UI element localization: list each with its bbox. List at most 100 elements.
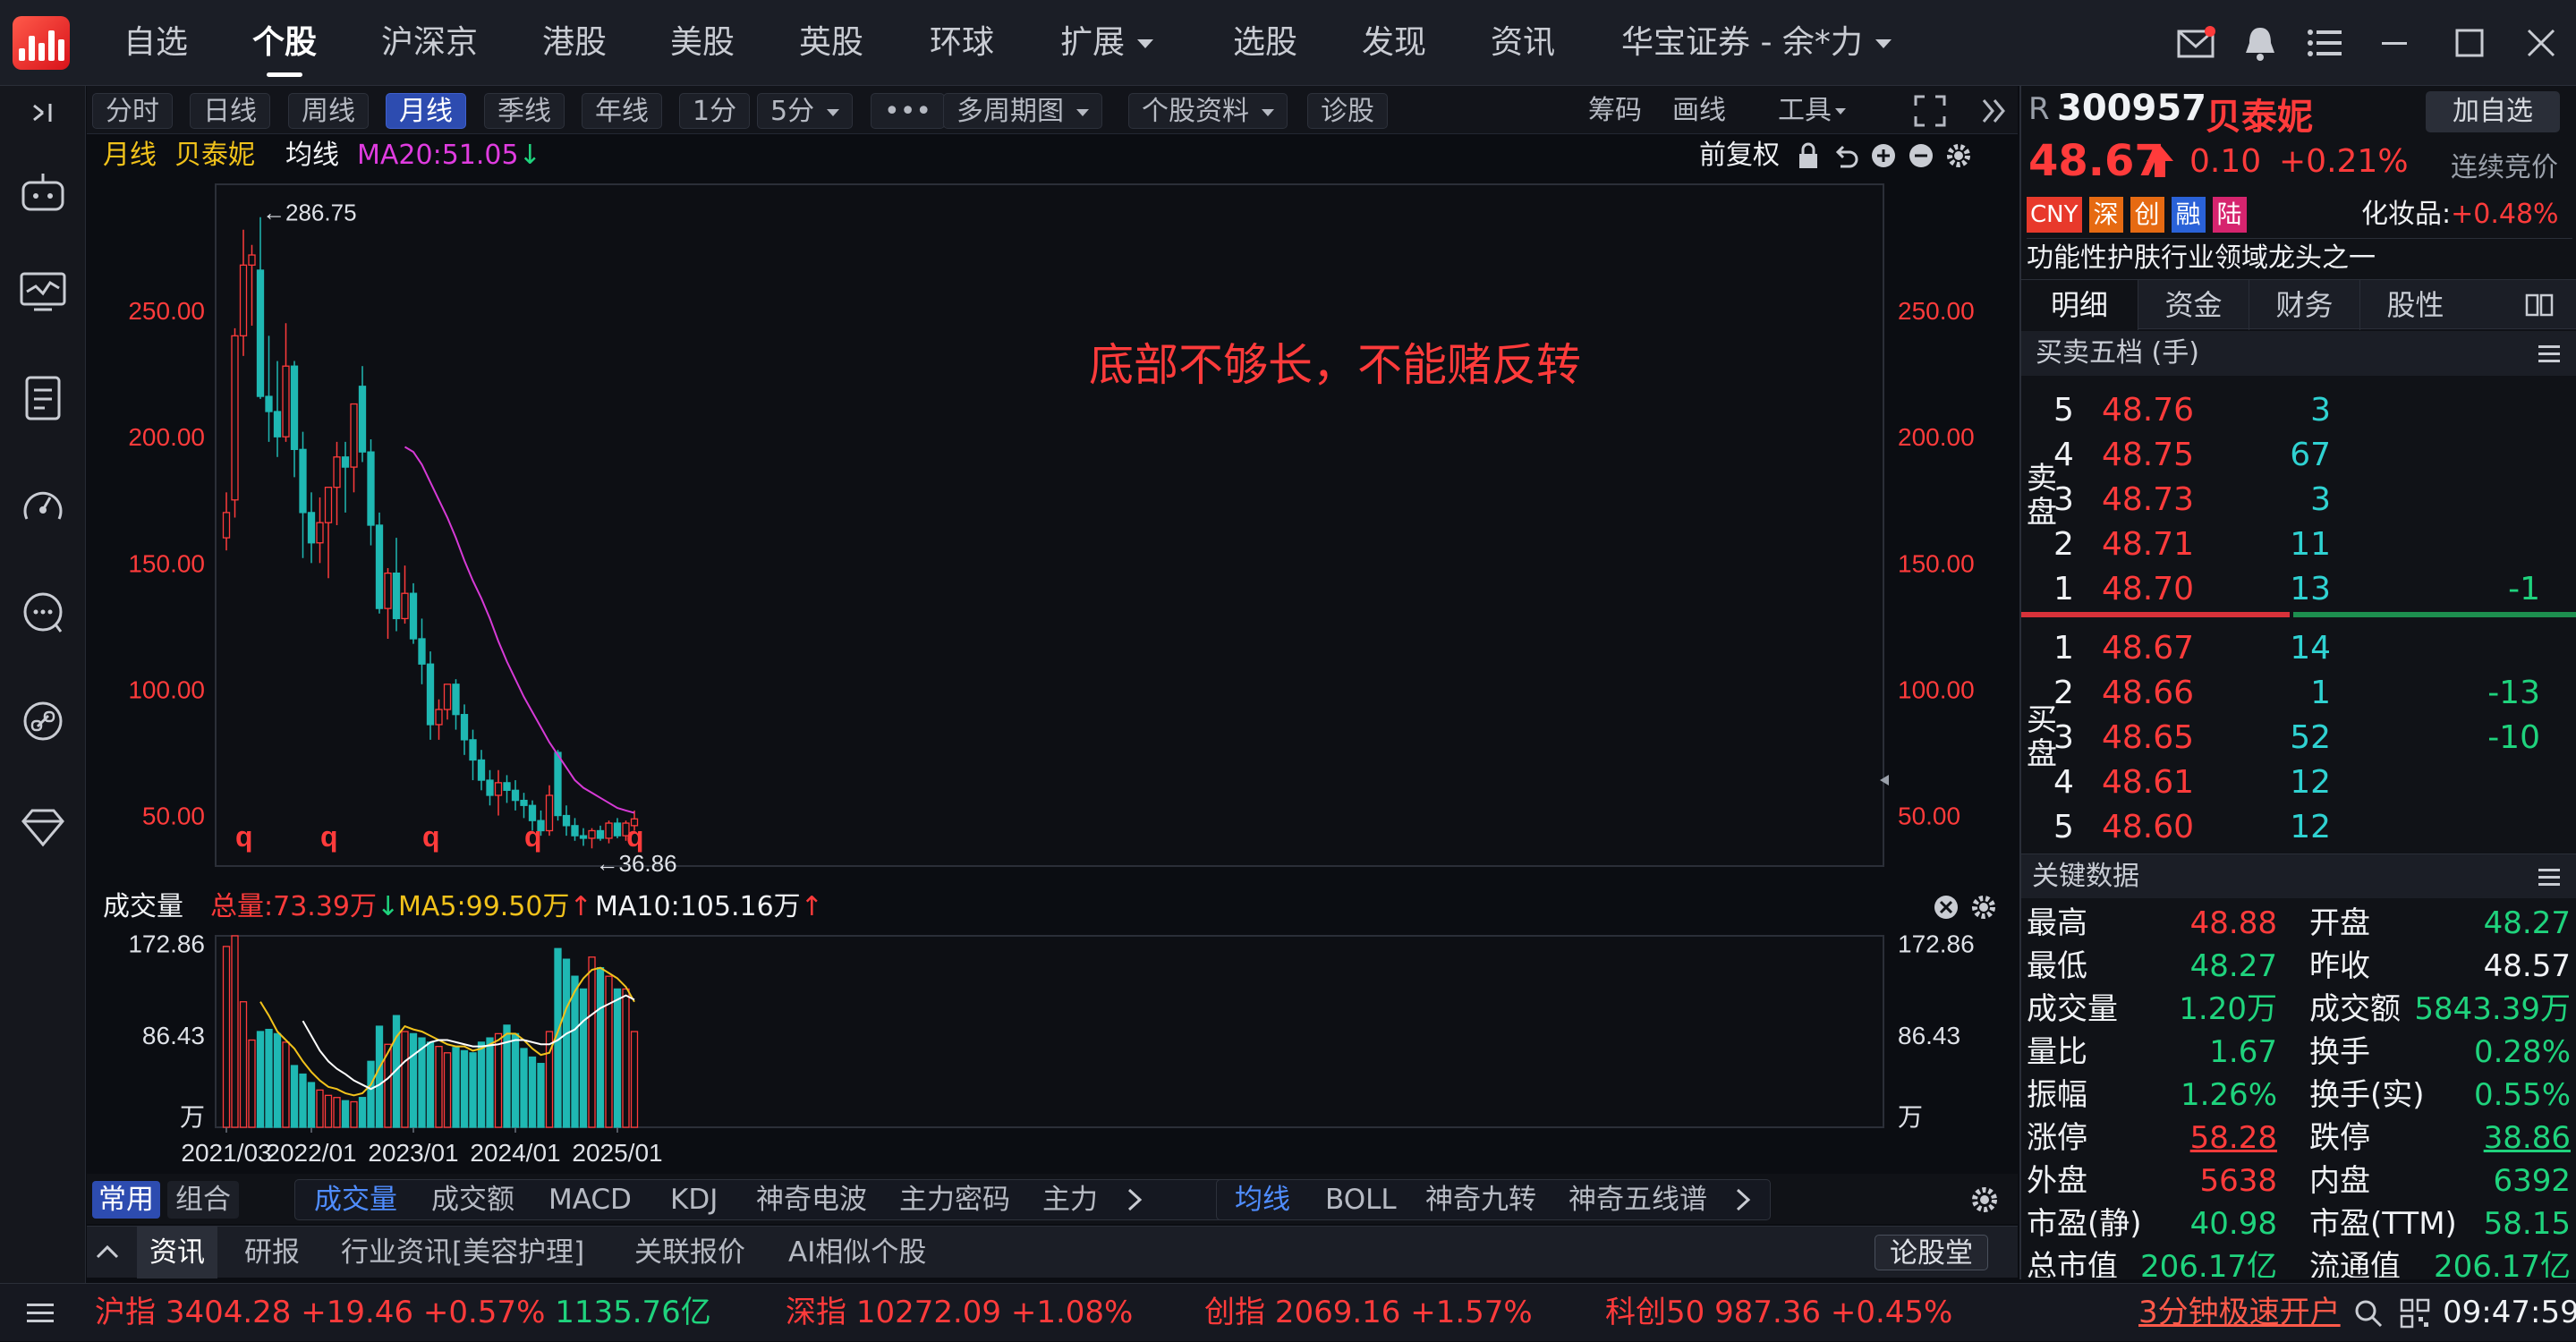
volume-bar[interactable]	[528, 1056, 537, 1128]
volume-bar[interactable]	[486, 1037, 494, 1128]
bell-icon[interactable]	[2240, 23, 2280, 63]
tab-capital[interactable]: 资金	[2138, 280, 2249, 330]
volume-bar[interactable]	[299, 1073, 307, 1128]
tab-stock-nature[interactable]: 股性	[2359, 280, 2470, 330]
close-indicator-icon[interactable]	[1932, 893, 1960, 922]
nav-hk-stocks[interactable]: 港股	[542, 0, 607, 86]
volume-bar[interactable]	[222, 946, 231, 1128]
tab-related-quotes[interactable]: 关联报价	[634, 1227, 745, 1278]
candlestick[interactable]	[375, 512, 384, 614]
nav-stock[interactable]: 个股	[252, 0, 317, 86]
volume-chart-area[interactable]: 172.86 172.86 86.43 86.43 万 万 2021/03 2022/01 20…	[87, 929, 2018, 1172]
volume-bar[interactable]	[520, 1048, 528, 1128]
volume-bar[interactable]	[239, 1001, 248, 1128]
diagnose-stock-button[interactable]: 诊股	[1307, 93, 1388, 129]
volume-bar[interactable]	[622, 988, 630, 1128]
volume-bar[interactable]	[341, 1100, 350, 1128]
robot-assistant-icon[interactable]	[16, 166, 70, 220]
volume-bar[interactable]	[613, 988, 622, 1128]
tab-news[interactable]: 资讯	[137, 1227, 217, 1278]
buy-order-row[interactable]: 1 48.67 14	[2021, 626, 2576, 671]
nav-news[interactable]: 资讯	[1491, 0, 1555, 86]
period-1min[interactable]: 1分	[679, 93, 751, 129]
add-to-watchlist-button[interactable]: 加自选	[2426, 91, 2560, 132]
sector-change[interactable]: 化妆品:+0.48%	[2361, 197, 2559, 233]
candlestick[interactable]	[231, 327, 239, 518]
nav-hs-market[interactable]: 沪深京	[381, 0, 478, 86]
collapse-sidebar-icon[interactable]	[16, 93, 70, 147]
chip-distribution-button[interactable]: 筹码	[1588, 93, 1642, 129]
volume-bar[interactable]	[316, 1089, 324, 1128]
chat-icon[interactable]	[16, 587, 70, 641]
split-view-icon[interactable]	[2524, 291, 2555, 319]
indicator-magic-wave[interactable]: 神奇电波	[756, 1181, 867, 1219]
volume-bar[interactable]	[503, 1024, 511, 1128]
index-sh[interactable]: 沪指 3404.28 +19.46 +0.57% 1135.76亿	[95, 1284, 711, 1342]
volume-bar[interactable]	[290, 1065, 299, 1128]
volume-bar[interactable]	[324, 1094, 333, 1128]
sell-order-row[interactable]: 5 48.76 3	[2021, 388, 2576, 433]
forward-adjust-toggle[interactable]: 前复权	[1699, 134, 1780, 177]
volume-bar[interactable]	[596, 967, 605, 1128]
volume-bar[interactable]	[426, 1041, 435, 1128]
volume-bar[interactable]	[418, 1037, 426, 1128]
tab-finance[interactable]: 财务	[2249, 280, 2359, 330]
index-chinext[interactable]: 创指 2069.16 +1.57%	[1204, 1284, 1533, 1342]
indicator-turnover[interactable]: 成交额	[431, 1181, 514, 1219]
volume-bar[interactable]	[307, 1082, 316, 1128]
double-chevron-right-icon[interactable]	[1975, 93, 2011, 129]
diamond-icon[interactable]	[16, 802, 70, 855]
draw-line-button[interactable]: 画线	[1672, 93, 1726, 129]
volume-chart-svg[interactable]: 172.86 172.86 86.43 86.43 万 万 2021/032022/01 20…	[87, 929, 2018, 1172]
period-5min[interactable]: 5分	[757, 93, 854, 129]
indicator-macd[interactable]: MACD	[548, 1181, 632, 1219]
nav-global[interactable]: 环球	[930, 0, 994, 86]
period-yearly[interactable]: 年线	[582, 93, 662, 129]
volume-bar[interactable]	[248, 1039, 256, 1128]
market-monitor-icon[interactable]	[16, 265, 70, 319]
volume-bar[interactable]	[477, 1041, 486, 1128]
volume-bar[interactable]	[579, 988, 588, 1128]
volume-bar[interactable]	[409, 1032, 418, 1128]
period-monthly[interactable]: 月线	[386, 93, 466, 129]
sell-order-row[interactable]: 3 48.73 3	[2021, 478, 2576, 522]
more-periods-button[interactable]: •••	[871, 93, 946, 129]
volume-bar[interactable]	[571, 975, 579, 1128]
key-data-value[interactable]: 58.28	[2080, 1117, 2277, 1159]
volume-bar[interactable]	[333, 1097, 341, 1128]
sell-order-row[interactable]: 4 48.75 67	[2021, 433, 2576, 478]
volume-bar[interactable]	[452, 1047, 460, 1128]
multi-period-chart[interactable]: 多周期图	[943, 93, 1102, 129]
nav-extend[interactable]: 扩展	[1060, 0, 1154, 86]
period-intraday[interactable]: 分时	[92, 93, 173, 129]
search-icon[interactable]	[2353, 1298, 2384, 1329]
list-icon[interactable]	[27, 1302, 54, 1325]
period-weekly[interactable]: 周线	[288, 93, 369, 129]
buy-order-row[interactable]: 4 48.61 12	[2021, 760, 2576, 805]
key-data-value[interactable]: 38.86	[2363, 1117, 2571, 1159]
tab-combo[interactable]: 组合	[167, 1181, 239, 1219]
open-account-link[interactable]: 3分钟极速开户	[2138, 1284, 2341, 1342]
stock-profile-menu[interactable]: 个股资料	[1128, 93, 1288, 129]
nav-us-stocks[interactable]: 美股	[670, 0, 735, 86]
period-daily[interactable]: 日线	[190, 93, 270, 129]
overlay-ma[interactable]: 均线	[1235, 1181, 1290, 1219]
tools-menu[interactable]: 工具	[1778, 93, 1846, 129]
indicator-kdj[interactable]: KDJ	[670, 1181, 718, 1219]
volume-bar[interactable]	[443, 1052, 452, 1128]
volume-bar[interactable]	[358, 1097, 367, 1128]
volume-bar[interactable]	[273, 1032, 282, 1128]
fullscreen-icon[interactable]	[1912, 93, 1948, 129]
volume-bar[interactable]	[562, 958, 571, 1128]
volume-bar[interactable]	[511, 1032, 520, 1128]
volume-bar[interactable]	[375, 1025, 384, 1128]
sell-order-row[interactable]: 1 48.70 13 -1	[2021, 567, 2576, 612]
undo-icon[interactable]	[1832, 141, 1860, 170]
overlay-magic-five[interactable]: 神奇五线谱	[1569, 1181, 1707, 1219]
lock-icon[interactable]	[1794, 141, 1823, 170]
nav-uk-stocks[interactable]: 英股	[799, 0, 863, 86]
volume-bar[interactable]	[537, 1063, 545, 1128]
volume-bar[interactable]	[282, 1041, 290, 1128]
nav-stock-picker[interactable]: 选股	[1233, 0, 1297, 86]
tab-detail[interactable]: 明细	[2021, 280, 2138, 330]
